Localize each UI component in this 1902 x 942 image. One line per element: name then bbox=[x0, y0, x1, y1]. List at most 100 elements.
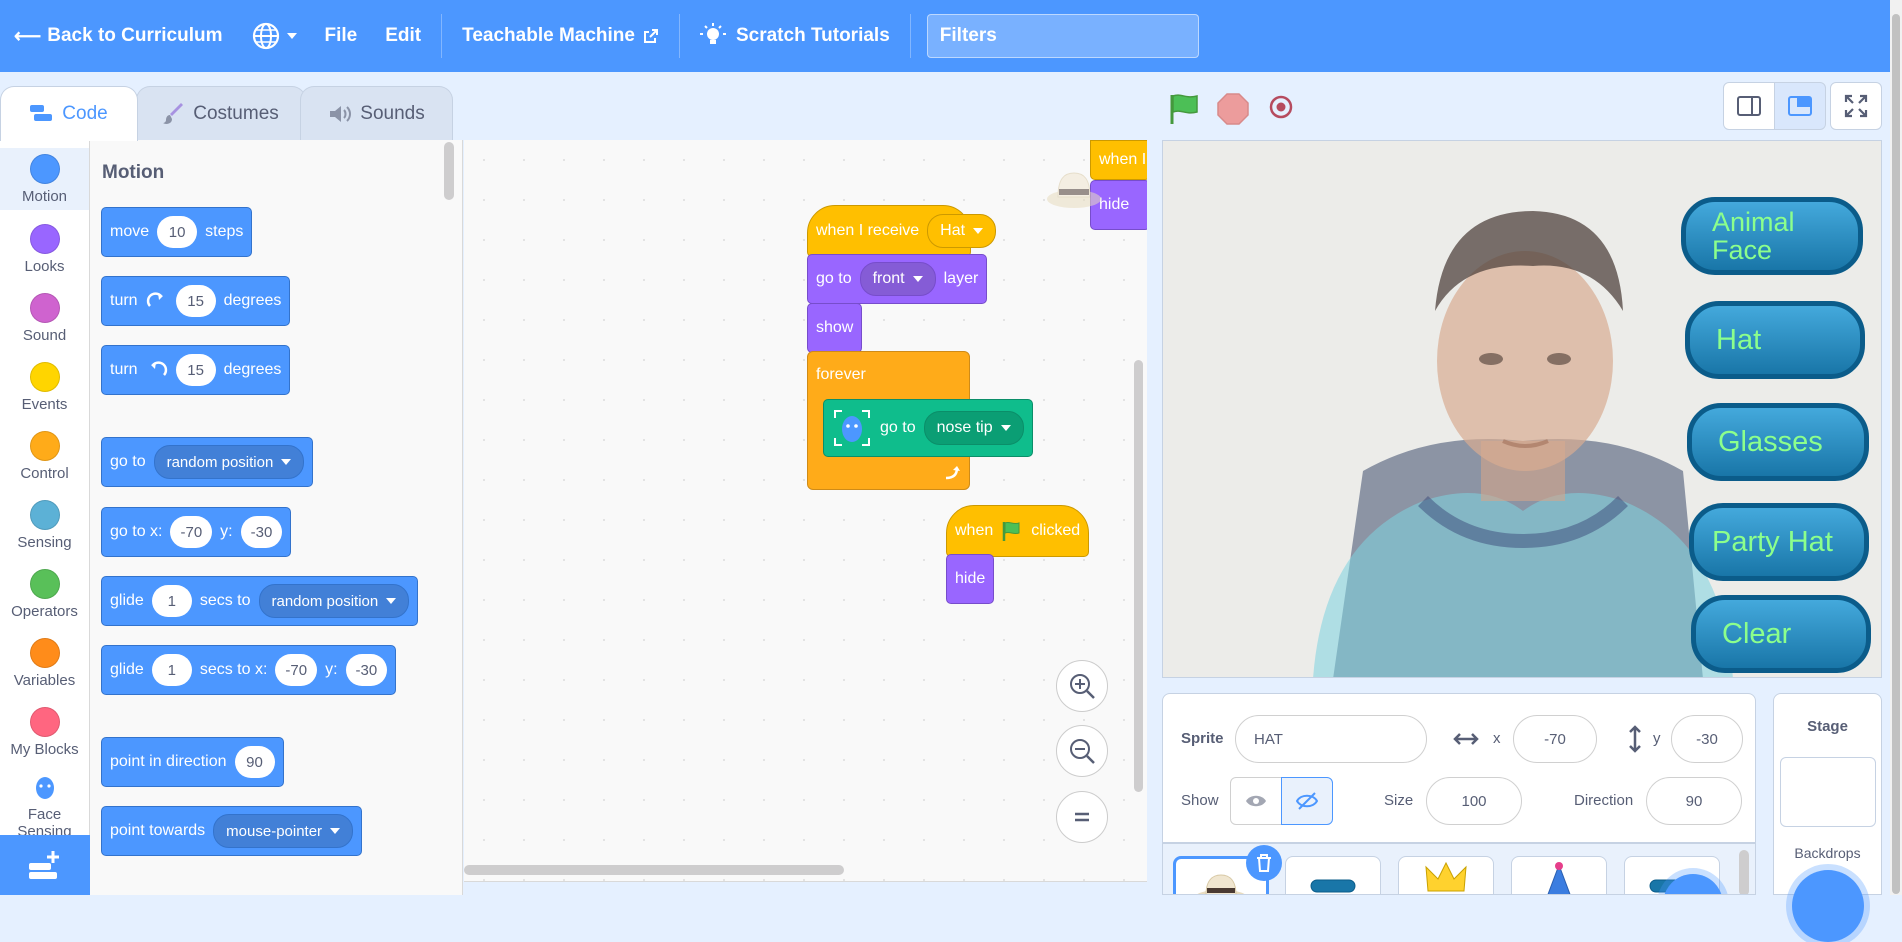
number-input[interactable]: 10 bbox=[157, 216, 198, 248]
block-when-flag-clicked[interactable]: when clicked bbox=[946, 505, 1090, 557]
zoom-in-button[interactable] bbox=[1056, 660, 1108, 712]
y-position-input[interactable]: -30 bbox=[1671, 715, 1743, 763]
sprite-list-scrollbar[interactable] bbox=[1739, 850, 1749, 894]
sprite-thumb-crown[interactable] bbox=[1398, 856, 1494, 894]
fullscreen-button[interactable] bbox=[1830, 82, 1882, 130]
stop-button[interactable] bbox=[1216, 92, 1250, 126]
sprite-name-input[interactable]: HAT bbox=[1235, 715, 1427, 763]
y-input[interactable]: -30 bbox=[240, 516, 283, 548]
block-point-towards[interactable]: point towards mouse-pointer bbox=[101, 806, 363, 856]
seconds-input[interactable]: 1 bbox=[151, 585, 192, 617]
edit-menu[interactable]: Edit bbox=[371, 0, 435, 72]
block-go-to-layer[interactable]: go to front layer bbox=[807, 254, 988, 304]
category-events[interactable]: Events bbox=[0, 356, 89, 418]
clear-button[interactable]: Clear bbox=[1691, 595, 1871, 673]
file-menu[interactable]: File bbox=[311, 0, 372, 72]
target-dropdown[interactable]: mouse-pointer bbox=[213, 814, 354, 848]
page-scrollbar-thumb[interactable] bbox=[1892, 14, 1900, 894]
sprite-thumb-hat-button[interactable] bbox=[1285, 856, 1381, 894]
block-go-to-xy[interactable]: go to x: -70 y: -30 bbox=[101, 507, 292, 557]
seconds-input[interactable]: 1 bbox=[151, 654, 192, 686]
x-input[interactable]: -70 bbox=[275, 654, 318, 686]
palette-scrollbar[interactable] bbox=[444, 142, 454, 200]
layer-dropdown[interactable]: front bbox=[859, 262, 936, 296]
category-sound[interactable]: Sound bbox=[0, 287, 89, 349]
category-variables[interactable]: Variables bbox=[0, 632, 89, 694]
show-visible-button[interactable] bbox=[1230, 777, 1282, 825]
y-input[interactable]: -30 bbox=[345, 654, 388, 686]
script-vertical-scrollbar[interactable] bbox=[1134, 360, 1143, 792]
stage-selector[interactable]: Stage Backdrops bbox=[1773, 693, 1882, 942]
language-menu[interactable] bbox=[237, 0, 311, 72]
script-horizontal-scrollbar[interactable] bbox=[464, 865, 844, 875]
face-part-dropdown[interactable]: nose tip bbox=[923, 411, 1024, 445]
category-face-sensing[interactable]: Face Sensing bbox=[0, 768, 89, 835]
small-stage-icon bbox=[1737, 96, 1761, 116]
glasses-button[interactable]: Glasses bbox=[1687, 403, 1869, 481]
x-label: x bbox=[1493, 730, 1501, 747]
block-move-steps[interactable]: move 10 steps bbox=[101, 207, 253, 257]
block-face-go-to[interactable]: go to nose tip bbox=[823, 399, 1033, 457]
block-glide-to[interactable]: glide 1 secs to random position bbox=[101, 576, 419, 626]
scratch-tutorials-button[interactable]: Scratch Tutorials bbox=[686, 0, 904, 72]
add-extension-icon bbox=[29, 851, 59, 879]
category-operators[interactable]: Operators bbox=[0, 563, 89, 625]
category-looks[interactable]: Looks bbox=[0, 218, 89, 280]
zoom-out-icon bbox=[1070, 739, 1095, 764]
chevron-down-icon bbox=[1000, 425, 1011, 431]
target-dropdown[interactable]: random position bbox=[153, 445, 305, 479]
globe-icon bbox=[252, 22, 279, 50]
direction-input[interactable]: 90 bbox=[234, 746, 275, 778]
block-go-to[interactable]: go to random position bbox=[101, 437, 314, 487]
choose-backdrop-button[interactable] bbox=[1792, 870, 1864, 942]
tab-code[interactable]: Code bbox=[0, 86, 138, 141]
back-to-curriculum-link[interactable]: ⟵ Back to Curriculum bbox=[0, 0, 237, 72]
size-input[interactable]: 100 bbox=[1426, 777, 1522, 825]
add-extension-button[interactable] bbox=[0, 835, 90, 895]
category-color-dot bbox=[29, 224, 60, 254]
category-sensing[interactable]: Sensing bbox=[0, 494, 89, 556]
stage-canvas[interactable]: Animal Face Hat Glasses Party Hat Clear bbox=[1162, 140, 1882, 678]
filters-input[interactable]: Filters bbox=[926, 14, 1199, 58]
category-control[interactable]: Control bbox=[0, 425, 89, 487]
tab-costumes[interactable]: Costumes bbox=[136, 86, 306, 141]
target-dropdown[interactable]: random position bbox=[258, 584, 410, 618]
block-hide[interactable]: hide bbox=[946, 554, 995, 604]
script-area[interactable]: when I receive Hat go to front layer sho… bbox=[464, 140, 1147, 882]
teachable-machine-link[interactable]: Teachable Machine bbox=[448, 0, 673, 72]
page-scrollbar[interactable] bbox=[1890, 0, 1902, 895]
number-input[interactable]: 15 bbox=[175, 285, 216, 317]
category-menu: Motion Looks Sound Events Control Sensin… bbox=[0, 140, 90, 895]
category-motion[interactable]: Motion bbox=[0, 148, 89, 210]
hat-button[interactable]: Hat bbox=[1685, 301, 1865, 379]
party-hat-button[interactable]: Party Hat bbox=[1689, 503, 1869, 581]
x-input[interactable]: -70 bbox=[170, 516, 213, 548]
sprite-thumb-party-hat[interactable] bbox=[1511, 856, 1607, 894]
delete-sprite-button[interactable] bbox=[1246, 845, 1282, 881]
block-turn-right[interactable]: turn 15 degrees bbox=[101, 276, 291, 326]
menu-divider bbox=[441, 14, 443, 58]
small-stage-button[interactable] bbox=[1723, 82, 1775, 130]
block-point-in-direction[interactable]: point in direction 90 bbox=[101, 737, 284, 787]
x-position-input[interactable]: -70 bbox=[1513, 715, 1597, 763]
block-turn-left[interactable]: turn 15 degrees bbox=[101, 345, 291, 395]
block-show[interactable]: show bbox=[807, 303, 863, 353]
category-color-dot bbox=[29, 293, 60, 323]
block-when-i-receive[interactable]: when I receive Hat bbox=[807, 205, 997, 257]
direction-input[interactable]: 90 bbox=[1646, 777, 1742, 825]
zoom-reset-button[interactable] bbox=[1056, 791, 1108, 843]
zoom-out-button[interactable] bbox=[1056, 725, 1108, 777]
category-my-blocks[interactable]: My Blocks bbox=[0, 701, 89, 763]
block-glide-to-xy[interactable]: glide 1 secs to x: -70 y: -30 bbox=[101, 645, 397, 695]
animal-face-button[interactable]: Animal Face bbox=[1681, 197, 1863, 275]
tab-sounds[interactable]: Sounds bbox=[300, 86, 453, 141]
normal-stage-button[interactable] bbox=[1774, 82, 1826, 130]
show-hidden-button[interactable] bbox=[1281, 777, 1333, 825]
record-button[interactable] bbox=[1268, 94, 1294, 120]
green-flag-button[interactable] bbox=[1168, 92, 1202, 126]
chevron-down-icon bbox=[286, 33, 297, 39]
chevron-down-icon bbox=[973, 228, 984, 234]
number-input[interactable]: 15 bbox=[175, 354, 216, 386]
message-dropdown[interactable]: Hat bbox=[927, 214, 997, 248]
brush-icon bbox=[163, 103, 184, 124]
